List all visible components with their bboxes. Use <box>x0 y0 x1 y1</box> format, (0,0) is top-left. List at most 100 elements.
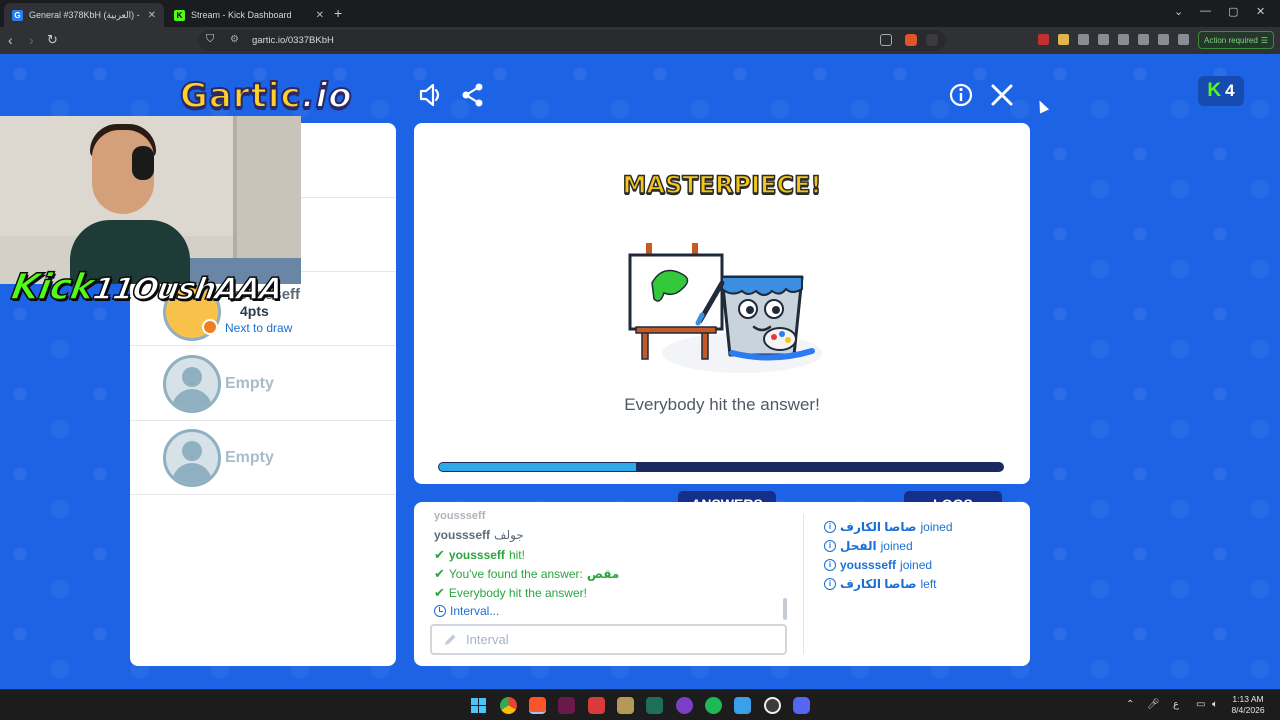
answers-list[interactable]: youssseff youssseff جولف ✔ youssseff hit… <box>434 510 794 622</box>
streamer-tag: Kick11OushAAA <box>8 266 286 309</box>
browser-tab-strip: G General #378KbH (العربية) - Gart ✕ K S… <box>0 0 1280 27</box>
forward-icon[interactable]: › <box>29 32 34 48</box>
tab-search-icon[interactable]: ⌄ <box>1174 5 1183 18</box>
language-indicator[interactable]: ع <box>1173 699 1179 710</box>
wallet-icon[interactable] <box>1138 34 1149 45</box>
back-icon[interactable]: ‹ <box>8 32 13 48</box>
player-slot-empty: Empty <box>130 346 396 421</box>
result-panel: MASTERPIECE! Everybody hit the answer! <box>414 123 1030 484</box>
gartic-logo: Gartic.io <box>179 75 353 117</box>
empty-slot-label: Empty <box>225 375 274 392</box>
answer-text: hit! <box>508 548 525 562</box>
maximize-icon[interactable]: ▢ <box>1228 5 1238 18</box>
answer-text: You've found the answer: <box>448 567 583 581</box>
log-action: joined <box>900 558 933 572</box>
network-icon[interactable]: ▭ <box>1196 699 1205 710</box>
address-bar[interactable]: ⛉ ⚙ gartic.io/0337BKbH <box>198 30 946 51</box>
taskbar-clock[interactable]: 1:13 AM 8/4/2026 <box>1224 694 1272 716</box>
result-message: Everybody hit the answer! <box>624 395 820 414</box>
minimize-icon[interactable]: — <box>1200 5 1211 17</box>
bookmark-icon[interactable]: ⛉ <box>206 33 214 46</box>
sound-icon[interactable] <box>418 82 444 108</box>
round-timer-bar <box>438 462 1004 472</box>
site-info-icon[interactable]: ⚙ <box>230 34 239 45</box>
panel-divider <box>803 514 804 654</box>
folder-icon[interactable] <box>1058 34 1069 45</box>
kick-logo-icon: K <box>1207 80 1222 101</box>
new-tab-icon[interactable]: + <box>334 5 342 21</box>
app-icon[interactable] <box>646 697 663 714</box>
close-tab-icon[interactable]: ✕ <box>148 10 156 21</box>
brave-shields-icon[interactable] <box>905 34 917 46</box>
tab-gartic[interactable]: G General #378KbH (العربية) - Gart ✕ <box>4 3 164 27</box>
webcam-overlay <box>0 116 301 284</box>
answers-panel: youssseff youssseff جولف ✔ youssseff hit… <box>414 502 1030 666</box>
clock-icon <box>434 605 446 617</box>
extension-icon[interactable] <box>1038 34 1049 45</box>
answer-line-interval: Interval... <box>434 604 499 618</box>
share-icon[interactable] <box>460 82 486 108</box>
answer-line-hit: ✔ youssseff hit! <box>434 547 525 563</box>
app-icon[interactable] <box>588 697 605 714</box>
music-icon[interactable] <box>1098 34 1109 45</box>
player-slot-empty: Empty <box>130 421 396 495</box>
answer-word: مقص <box>586 567 620 581</box>
discord-icon[interactable] <box>793 697 810 714</box>
close-tab-icon[interactable]: ✕ <box>316 10 324 21</box>
kick-favicon-icon: K <box>174 9 185 21</box>
tray-overflow-icon[interactable]: ⌃ <box>1126 699 1134 710</box>
microphone-icon[interactable]: 🎤︎ <box>1147 699 1160 710</box>
answer-line-faded: youssseff <box>434 510 485 522</box>
windows-taskbar: ⌃ 🎤︎ ع ▭ 🔈︎ 1:13 AM 8/4/2026 <box>0 689 1280 720</box>
close-window-icon[interactable]: ✕ <box>1256 5 1265 18</box>
check-icon: ✔ <box>434 547 445 562</box>
tab-kick-dashboard[interactable]: K Stream - Kick Dashboard ✕ <box>166 3 332 27</box>
streamer-tag-name: 11OushAAA <box>89 271 285 308</box>
app-icon[interactable] <box>558 697 575 714</box>
headset-icon <box>132 146 154 180</box>
info-icon[interactable] <box>948 82 974 108</box>
kick-viewer-badge: K 4 <box>1198 76 1244 106</box>
logo-main: Gartic <box>179 75 302 117</box>
clock-date: 8/4/2026 <box>1231 705 1265 715</box>
close-icon[interactable] <box>989 82 1015 108</box>
brave-rewards-icon[interactable] <box>926 34 938 46</box>
info-icon: i <box>824 540 836 552</box>
chrome-icon[interactable] <box>500 697 517 714</box>
vpn-icon[interactable] <box>1178 34 1189 45</box>
spotify-icon[interactable] <box>705 697 722 714</box>
log-user: صاصا الكارف <box>840 577 917 591</box>
obs-icon[interactable] <box>764 697 781 714</box>
game-area: Gartic.io K 4 youssseff 4pts Next to dra… <box>0 54 1280 689</box>
sidebar-icon[interactable] <box>1118 34 1129 45</box>
action-required-button[interactable]: Action required ☰ <box>1198 31 1274 49</box>
puzzle-icon[interactable] <box>1078 34 1089 45</box>
windows-start-icon[interactable] <box>470 697 487 714</box>
extensions-bar <box>1038 34 1189 45</box>
app-icon[interactable] <box>676 697 693 714</box>
answer-user: youssseff <box>448 548 505 562</box>
action-required-label: Action required <box>1204 35 1258 45</box>
pencil-icon <box>445 634 456 645</box>
check-icon: ✔ <box>434 566 445 581</box>
answer-input[interactable]: Interval <box>430 624 787 655</box>
answer-text: جولف <box>494 528 524 542</box>
url-text: gartic.io/0337BKbH <box>252 35 334 46</box>
clock-time: 1:13 AM <box>1232 694 1264 704</box>
brave-icon[interactable] <box>529 697 546 714</box>
log-action: joined <box>880 539 913 553</box>
info-icon: i <box>824 559 836 571</box>
video-icon[interactable] <box>734 697 751 714</box>
app-icon[interactable] <box>617 697 634 714</box>
answer-user: youssseff <box>434 528 491 542</box>
log-line: i صاصا الكارف left <box>824 577 937 591</box>
gartic-favicon-icon: G <box>12 9 23 21</box>
answer-line: youssseff جولف <box>434 528 524 542</box>
answers-scrollbar[interactable] <box>783 598 787 620</box>
reload-icon[interactable]: ↻ <box>47 32 58 48</box>
leo-icon[interactable] <box>1158 34 1169 45</box>
volume-icon[interactable]: 🔈︎ <box>1212 699 1218 710</box>
info-icon: i <box>824 521 836 533</box>
cast-icon[interactable] <box>880 34 892 46</box>
check-icon: ✔ <box>434 585 445 600</box>
